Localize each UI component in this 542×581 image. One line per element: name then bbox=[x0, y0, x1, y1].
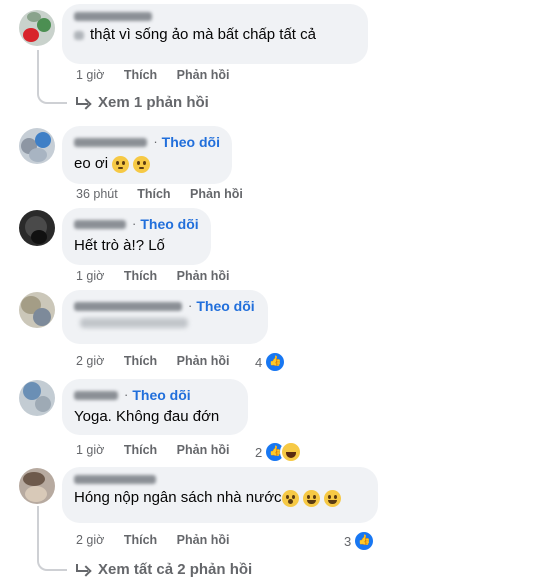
comment-text: Yoga. Không đau đớn bbox=[74, 408, 220, 425]
avatar[interactable] bbox=[19, 292, 55, 328]
grinning-face-icon bbox=[302, 489, 320, 507]
comment-bubble: · Theo dõi eo ơi bbox=[62, 126, 232, 184]
reaction-summary[interactable]: 3 👍 bbox=[344, 530, 376, 552]
author-name[interactable]: · Theo dõi bbox=[74, 134, 220, 150]
timestamp[interactable]: 1 giờ bbox=[76, 269, 104, 283]
reply-arrow-icon bbox=[76, 96, 90, 109]
comment-bubble: Hóng nộp ngân sách nhà nước bbox=[62, 467, 378, 523]
comment-bubble: thật vì sống ảo mà bất chấp tất cả bbox=[62, 4, 368, 64]
like-icon: 👍 bbox=[264, 351, 287, 373]
author-name[interactable]: · Theo dõi bbox=[74, 298, 256, 314]
view-replies-link[interactable]: Xem tất cả 2 phản hồi bbox=[76, 561, 252, 578]
comment-actions: 36 phút Thích Phản hồi bbox=[76, 187, 243, 201]
comment-text: Hết trò à!? Lố bbox=[74, 237, 165, 254]
follow-button[interactable]: Theo dõi bbox=[140, 216, 198, 232]
author-name[interactable]: · Theo dõi bbox=[74, 216, 199, 232]
like-button[interactable]: Thích bbox=[124, 533, 157, 547]
reply-button[interactable]: Phản hồi bbox=[177, 443, 230, 457]
avatar[interactable] bbox=[19, 10, 55, 46]
comment-actions: 2 giờ Thích Phản hồi bbox=[76, 533, 229, 547]
comment-text: eo ơi bbox=[74, 154, 220, 174]
reply-arrow-icon bbox=[76, 563, 90, 576]
follow-button[interactable]: Theo dõi bbox=[162, 134, 220, 150]
follow-button[interactable]: Theo dõi bbox=[132, 387, 190, 403]
grinning-face-icon bbox=[323, 489, 341, 507]
avatar[interactable] bbox=[19, 210, 55, 246]
comment-text: Hóng nộp ngân sách nhà nước bbox=[74, 488, 366, 508]
reply-button[interactable]: Phản hồi bbox=[190, 187, 243, 201]
thread-line bbox=[37, 506, 67, 571]
comment-actions: 1 giờ Thích Phản hồi bbox=[76, 269, 229, 283]
author-name[interactable]: · Theo dõi bbox=[74, 387, 236, 403]
like-button[interactable]: Thích bbox=[124, 354, 157, 368]
timestamp[interactable]: 1 giờ bbox=[76, 68, 104, 82]
avatar[interactable] bbox=[19, 380, 55, 416]
comment-bubble: · Theo dõi Yoga. Không đau đớn bbox=[62, 379, 248, 435]
avatar[interactable] bbox=[19, 468, 55, 504]
like-button[interactable]: Thích bbox=[137, 187, 170, 201]
avatar[interactable] bbox=[19, 128, 55, 164]
pleading-face-icon bbox=[112, 155, 130, 173]
pleading-face-icon bbox=[133, 155, 151, 173]
comment-actions: 1 giờ Thích Phản hồi bbox=[76, 443, 229, 457]
reaction-count: 3 bbox=[344, 533, 352, 549]
open-mouth-face-icon bbox=[281, 489, 299, 507]
haha-icon bbox=[280, 441, 303, 463]
thread-line bbox=[37, 50, 67, 104]
author-name[interactable] bbox=[74, 12, 356, 21]
like-button[interactable]: Thích bbox=[124, 68, 157, 82]
comment-actions: 2 giờ Thích Phản hồi bbox=[76, 354, 229, 368]
comment-bubble: · Theo dõi bbox=[62, 290, 268, 344]
reaction-count: 2 bbox=[255, 444, 263, 460]
comment-text: thật vì sống ảo mà bất chấp tất cả bbox=[74, 25, 356, 45]
timestamp[interactable]: 2 giờ bbox=[76, 354, 104, 368]
reaction-summary[interactable]: 2 👍 bbox=[255, 441, 303, 463]
follow-button[interactable]: Theo dõi bbox=[196, 298, 254, 314]
reply-button[interactable]: Phản hồi bbox=[177, 68, 230, 82]
comment-bubble: · Theo dõi Hết trò à!? Lố bbox=[62, 208, 211, 265]
reply-button[interactable]: Phản hồi bbox=[177, 269, 230, 283]
like-button[interactable]: Thích bbox=[124, 443, 157, 457]
reaction-summary[interactable]: 4 👍 bbox=[255, 351, 287, 373]
timestamp[interactable]: 36 phút bbox=[76, 187, 118, 201]
author-name[interactable] bbox=[74, 475, 366, 484]
reply-button[interactable]: Phản hồi bbox=[177, 533, 230, 547]
reaction-count: 4 bbox=[255, 354, 263, 370]
view-replies-link[interactable]: Xem 1 phản hồi bbox=[76, 94, 209, 111]
like-button[interactable]: Thích bbox=[124, 269, 157, 283]
timestamp[interactable]: 1 giờ bbox=[76, 443, 104, 457]
reply-button[interactable]: Phản hồi bbox=[177, 354, 230, 368]
like-icon: 👍 bbox=[353, 530, 376, 552]
comment-actions: 1 giờ Thích Phản hồi bbox=[76, 68, 229, 82]
timestamp[interactable]: 2 giờ bbox=[76, 533, 104, 547]
comment-text bbox=[74, 318, 256, 328]
